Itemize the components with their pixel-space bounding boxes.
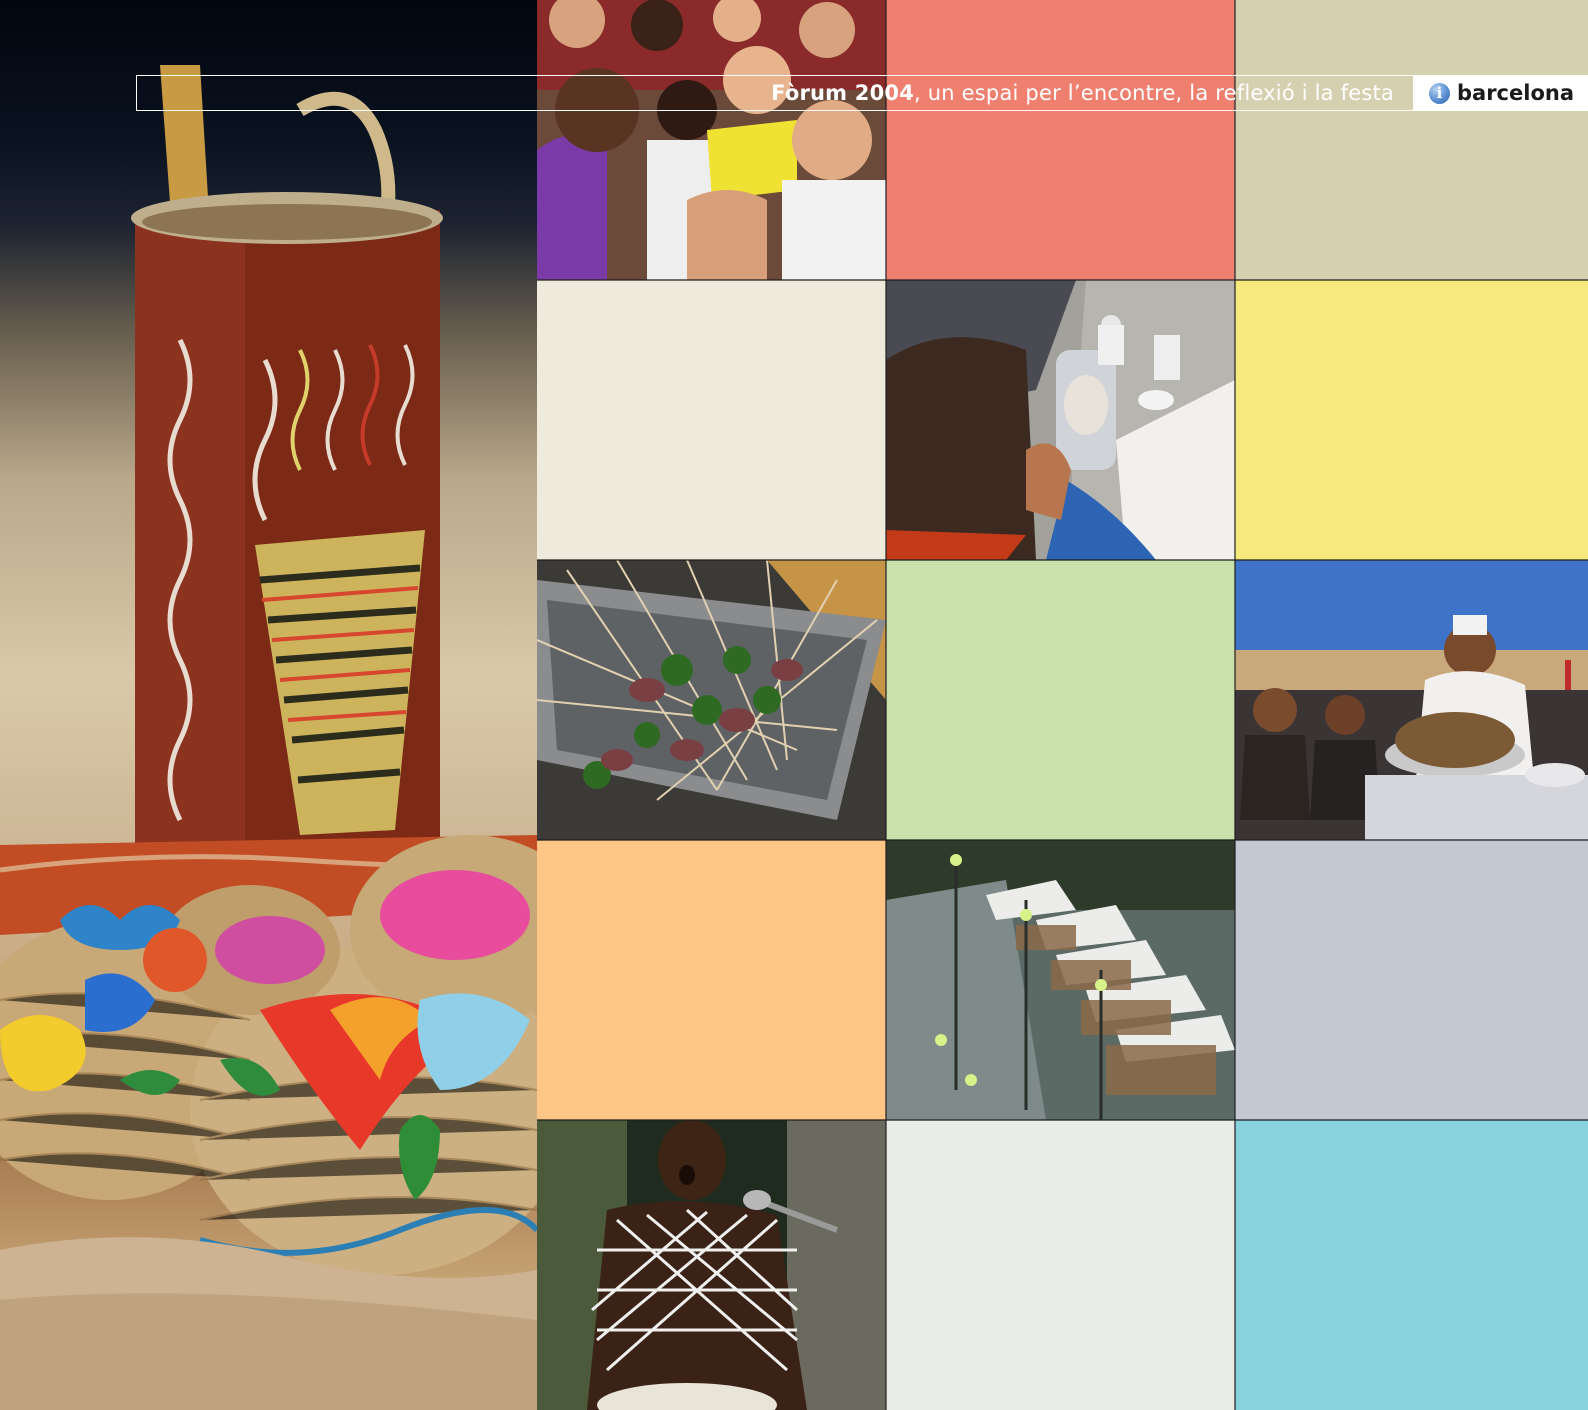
hero-craft-photo (0, 0, 537, 1410)
brand-label: barcelona (1457, 81, 1574, 105)
header-title: Fòrum 2004, un espai per l’encontre, la … (771, 79, 1394, 107)
info-icon: i (1429, 82, 1450, 104)
brand-badge: i barcelona (1413, 75, 1588, 111)
hero-craft-illustration (0, 65, 537, 1410)
event-name: Fòrum 2004 (771, 81, 915, 105)
brochure-cover: Fòrum 2004, un espai per l’encontre, la … (0, 0, 1588, 1410)
event-tagline: , un espai per l’encontre, la reflexió i… (914, 81, 1394, 105)
grid-dividers (537, 0, 1588, 1410)
